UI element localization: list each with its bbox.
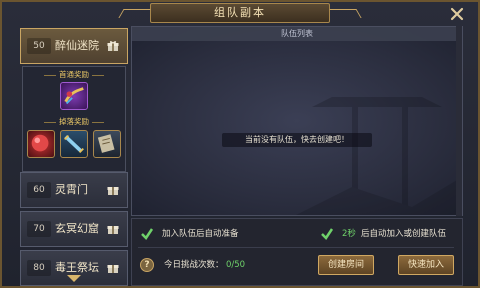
blue-scroll-icon bbox=[64, 134, 84, 154]
title-ornament-left bbox=[118, 9, 151, 18]
gift-icon[interactable] bbox=[107, 184, 119, 196]
auto-join-label: 后自动加入或创建队伍 bbox=[361, 229, 447, 239]
first-clear-reward-label: 首通奖励 bbox=[23, 69, 125, 81]
drop-reward-slot-3[interactable] bbox=[93, 130, 121, 158]
quick-join-button[interactable]: 快速加入 bbox=[398, 255, 454, 275]
reward-panel: 首通奖励 掉落奖励 bbox=[22, 66, 126, 172]
team-list-header: 队伍列表 bbox=[132, 27, 462, 41]
window-title: 组队副本 bbox=[214, 6, 266, 19]
weapon-scroll-icon bbox=[64, 87, 84, 105]
challenge-count-label: 今日挑战次数： bbox=[164, 260, 224, 270]
level-badge: 60 bbox=[27, 182, 51, 198]
title-ornament-right bbox=[329, 9, 362, 18]
first-clear-reward-slot[interactable] bbox=[60, 82, 88, 110]
auto-join-seconds: 2秒 bbox=[342, 229, 356, 239]
team-list-panel: 队伍列表 当前没有队伍，快去创建吧！ bbox=[131, 26, 463, 216]
options-divider bbox=[138, 247, 454, 248]
close-button[interactable] bbox=[446, 5, 468, 23]
challenge-count-value: 0/50 bbox=[226, 260, 246, 270]
level-badge: 70 bbox=[27, 221, 51, 237]
sidebar-item-lingxiao[interactable]: 60 灵霄门 bbox=[20, 172, 128, 208]
empty-team-message: 当前没有队伍，快去创建吧！ bbox=[222, 133, 372, 147]
drop-reward-label: 掉落奖励 bbox=[23, 116, 125, 128]
skill-book-icon bbox=[97, 134, 115, 153]
auto-ready-checkbox[interactable] bbox=[140, 227, 154, 241]
scroll-down-arrow-icon[interactable] bbox=[66, 274, 82, 284]
options-panel: 加入队伍后自动准备 2秒 后自动加入或创建队伍 ? 今日挑战次数： 0/50 创… bbox=[131, 218, 463, 286]
drop-reward-slot-1[interactable] bbox=[27, 130, 55, 158]
gift-icon[interactable] bbox=[107, 40, 119, 52]
red-orb-icon bbox=[31, 134, 49, 152]
dungeon-sidebar: 50 醉仙迷院 首通奖励 掉落奖励 60 灵霄门 70 玄冥幻窟 80 毒王祭坛 bbox=[20, 24, 130, 288]
sidebar-item-zuixian[interactable]: 50 醉仙迷院 bbox=[20, 28, 128, 64]
sidebar-item-xuanming[interactable]: 70 玄冥幻窟 bbox=[20, 211, 128, 247]
dungeon-name: 醉仙迷院 bbox=[55, 39, 99, 52]
level-badge: 50 bbox=[27, 38, 51, 54]
auto-ready-label: 加入队伍后自动准备 bbox=[162, 229, 239, 239]
dungeon-name: 玄冥幻窟 bbox=[55, 222, 99, 235]
level-badge: 80 bbox=[27, 260, 51, 276]
help-question-icon[interactable]: ? bbox=[140, 258, 154, 272]
window-title-bar: 组队副本 bbox=[118, 3, 362, 23]
gift-icon[interactable] bbox=[107, 262, 119, 274]
create-room-button[interactable]: 创建房间 bbox=[318, 255, 374, 275]
drop-reward-slot-2[interactable] bbox=[60, 130, 88, 158]
gift-icon[interactable] bbox=[107, 223, 119, 235]
dungeon-name: 灵霄门 bbox=[55, 183, 88, 196]
auto-join-checkbox[interactable] bbox=[320, 227, 334, 241]
close-icon bbox=[450, 7, 464, 21]
team-list-scrollbar[interactable] bbox=[456, 26, 462, 216]
